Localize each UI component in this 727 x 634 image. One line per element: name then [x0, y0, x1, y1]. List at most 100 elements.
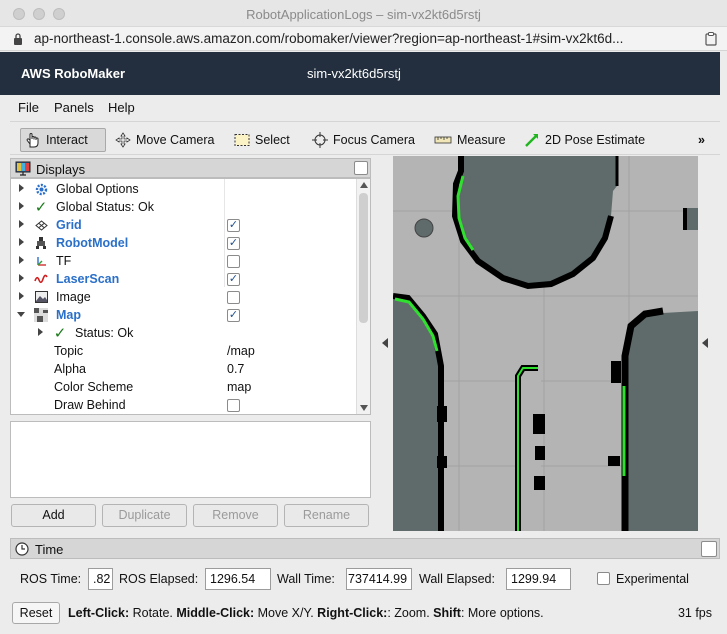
displays-tree: Global Options ✓ Global Status: Ok Grid … — [10, 178, 371, 415]
url-bar[interactable]: ap-northeast-1.console.aws.amazon.com/ro… — [0, 27, 727, 51]
render-viewport[interactable] — [393, 156, 698, 531]
fps-counter: 31 fps — [677, 606, 712, 620]
pose-estimate-tool[interactable]: 2D Pose Estimate — [520, 128, 649, 152]
expand-arrow-icon[interactable] — [19, 238, 24, 246]
tree-row-global-status[interactable]: ✓ Global Status: Ok — [11, 198, 357, 216]
grid-checkbox[interactable]: ✓ — [227, 219, 240, 232]
collapse-arrow-icon[interactable] — [17, 312, 25, 317]
tree-label: Topic — [54, 344, 84, 358]
expand-arrow-icon[interactable] — [38, 328, 43, 336]
toolbar-overflow-button[interactable]: » — [694, 128, 709, 152]
tree-label: Map — [56, 308, 81, 322]
expand-arrow-icon[interactable] — [19, 202, 24, 210]
hint-left-key: Left-Click: — [68, 606, 130, 620]
ros-time-field[interactable]: .82 — [88, 568, 113, 590]
ros-elapsed-field[interactable]: 1296.54 — [205, 568, 271, 590]
select-box-icon — [234, 134, 250, 146]
browser-titlebar: RobotApplicationLogs – sim-vx2kt6d5rstj — [0, 0, 727, 27]
menu-help[interactable]: Help — [108, 100, 135, 115]
focus-camera-tool[interactable]: Focus Camera — [308, 128, 419, 152]
select-tool[interactable]: Select — [230, 128, 294, 152]
tree-scrollbar[interactable] — [356, 179, 370, 414]
laser-wave-icon — [34, 272, 48, 286]
collapse-left-panel-icon[interactable] — [382, 338, 388, 348]
ruler-icon — [434, 136, 452, 144]
hint-right-text: : Zoom. — [387, 606, 434, 620]
wall-elapsed-field[interactable]: 1299.94 — [506, 568, 571, 590]
hint-middle-text: Move X/Y. — [254, 606, 318, 620]
robot-icon — [34, 236, 48, 250]
tree-label: Color Scheme — [54, 380, 134, 394]
tree-row-robotmodel[interactable]: RobotModel ✓ — [11, 234, 357, 252]
image-icon — [34, 290, 48, 304]
occupancy-map — [393, 156, 698, 531]
experimental-checkbox[interactable] — [597, 572, 610, 585]
measure-tool[interactable]: Measure — [430, 128, 510, 152]
tf-checkbox[interactable] — [227, 255, 240, 268]
tree-row-image[interactable]: Image — [11, 288, 357, 306]
expand-arrow-icon[interactable] — [19, 220, 24, 228]
menu-file[interactable]: File — [18, 100, 39, 115]
displays-float-button[interactable] — [354, 161, 368, 175]
collapse-right-panel-icon[interactable] — [702, 338, 708, 348]
hint-right-key: Right-Click: — [317, 606, 388, 620]
tree-row-map-status[interactable]: ✓ Status: Ok — [11, 324, 357, 342]
monitor-icon — [15, 161, 31, 176]
image-checkbox[interactable] — [227, 291, 240, 304]
tree-row-draw-behind[interactable]: Draw Behind — [11, 396, 357, 414]
aws-header: AWS RoboMaker sim-vx2kt6d5rstj — [0, 52, 720, 95]
lock-icon — [14, 33, 22, 45]
checkmark-icon: ✓ — [34, 199, 48, 216]
scroll-thumb[interactable] — [359, 193, 368, 323]
menu-panels[interactable]: Panels — [54, 100, 94, 115]
tree-label: TF — [56, 254, 72, 268]
tree-row-global-options[interactable]: Global Options — [11, 180, 357, 198]
tree-row-map[interactable]: Map ✓ — [11, 306, 357, 324]
remove-display-button[interactable]: Remove — [193, 504, 278, 527]
gear-icon — [34, 182, 48, 196]
expand-arrow-icon[interactable] — [19, 292, 24, 300]
robotmodel-checkbox[interactable]: ✓ — [227, 237, 240, 250]
tree-row-tf[interactable]: TF — [11, 252, 357, 270]
url-text[interactable]: ap-northeast-1.console.aws.amazon.com/ro… — [34, 31, 623, 46]
time-panel-header: Time — [10, 538, 720, 559]
time-title: Time — [35, 542, 64, 557]
map-grid-icon — [34, 308, 48, 322]
hint-shift-key: Shift — [433, 606, 461, 620]
hint-middle-key: Middle-Click: — [176, 606, 255, 620]
topic-value[interactable]: /map — [227, 344, 255, 358]
map-checkbox[interactable]: ✓ — [227, 309, 240, 322]
expand-arrow-icon[interactable] — [19, 256, 24, 264]
duplicate-display-button[interactable]: Duplicate — [102, 504, 187, 527]
ros-elapsed-label: ROS Elapsed: — [119, 572, 199, 586]
tree-row-grid[interactable]: Grid ✓ — [11, 216, 357, 234]
expand-arrow-icon[interactable] — [19, 184, 24, 192]
draw-behind-checkbox[interactable] — [227, 399, 240, 412]
reset-button[interactable]: Reset — [12, 602, 60, 624]
time-float-button[interactable] — [701, 541, 717, 557]
green-arrow-icon — [525, 134, 538, 147]
alpha-value[interactable]: 0.7 — [227, 362, 244, 376]
move-camera-tool[interactable]: Move Camera — [111, 128, 219, 152]
rename-display-button[interactable]: Rename — [284, 504, 369, 527]
tool-bar: Interact Move Camera Select Focus Camera… — [10, 121, 720, 155]
interact-tool[interactable]: Interact — [20, 128, 106, 152]
tree-row-topic[interactable]: Topic /map — [11, 342, 357, 360]
tree-row-alpha[interactable]: Alpha 0.7 — [11, 360, 357, 378]
window-title: RobotApplicationLogs – sim-vx2kt6d5rstj — [246, 7, 481, 22]
tree-row-color-scheme[interactable]: Color Scheme map — [11, 378, 357, 396]
color-scheme-value[interactable]: map — [227, 380, 251, 394]
add-display-button[interactable]: Add — [11, 504, 96, 527]
wall-time-label: Wall Time: — [277, 572, 335, 586]
scroll-down-icon[interactable] — [360, 405, 368, 411]
laserscan-checkbox[interactable]: ✓ — [227, 273, 240, 286]
status-bar: Reset Left-Click: Rotate. Middle-Click: … — [10, 600, 720, 626]
scroll-up-icon[interactable] — [360, 182, 368, 188]
simulation-id: sim-vx2kt6d5rstj — [307, 66, 401, 81]
move-arrows-icon — [115, 132, 131, 148]
expand-arrow-icon[interactable] — [19, 274, 24, 282]
wall-time-field[interactable]: 737414.99 — [346, 568, 412, 590]
tree-row-laserscan[interactable]: LaserScan ✓ — [11, 270, 357, 288]
tree-label: LaserScan — [56, 272, 120, 286]
clipboard-icon[interactable] — [705, 32, 717, 46]
